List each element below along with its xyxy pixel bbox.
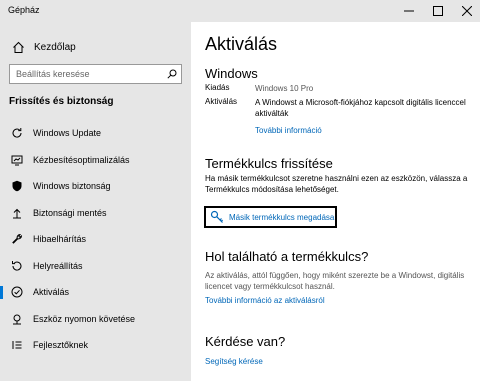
get-help-link[interactable]: Segítség kérése bbox=[205, 357, 263, 366]
search-input[interactable]: Beállítás keresése bbox=[9, 64, 182, 84]
more-info-link[interactable]: További információ bbox=[255, 126, 322, 135]
sidebar-item-find-my-device[interactable]: Eszköz nyomon követése bbox=[0, 306, 191, 333]
change-product-key-label: Másik termékkulcs megadása bbox=[229, 212, 335, 222]
search-icon[interactable] bbox=[163, 69, 181, 79]
shield-icon bbox=[10, 179, 24, 193]
page-title: Aktiválás bbox=[205, 34, 278, 54]
sidebar-item-label: Aktiválás bbox=[33, 287, 70, 298]
nav-list: Windows Update Kézbesítésoptimalizálás W… bbox=[0, 120, 191, 359]
product-key-description: Ha másik termékkulcsot szeretne használn… bbox=[205, 174, 468, 194]
sidebar-item-recovery[interactable]: Helyreállítás bbox=[0, 253, 191, 280]
close-icon bbox=[462, 6, 472, 16]
home-icon bbox=[11, 40, 25, 54]
wrench-icon bbox=[10, 232, 24, 246]
sidebar-item-home[interactable]: Kezdőlap bbox=[0, 36, 191, 58]
developer-icon bbox=[10, 338, 24, 352]
minimize-button[interactable] bbox=[394, 0, 424, 22]
sidebar-item-windows-security[interactable]: Windows biztonság bbox=[0, 173, 191, 200]
activation-key: Aktiválás bbox=[205, 97, 238, 106]
activation-info-link[interactable]: További információ az aktiválásról bbox=[205, 296, 325, 305]
windows-heading: Windows bbox=[205, 66, 258, 81]
activation-row: Aktiválás A Windowst a Microsoft-fiókjáh… bbox=[205, 97, 475, 121]
sidebar-item-delivery-optimization[interactable]: Kézbesítésoptimalizálás bbox=[0, 147, 191, 174]
product-key-heading: Termékkulcs frissítése bbox=[205, 156, 333, 171]
sidebar-item-label: Eszköz nyomon követése bbox=[33, 313, 136, 324]
close-button[interactable] bbox=[452, 0, 480, 22]
sidebar-item-developers[interactable]: Fejlesztőknek bbox=[0, 332, 191, 359]
minimize-icon bbox=[404, 10, 414, 12]
active-indicator bbox=[0, 286, 3, 299]
window-title: Gépház bbox=[8, 5, 40, 15]
where-key-description: Az aktiválás, attól függően, hogy miként… bbox=[205, 271, 465, 291]
question-heading: Kérdése van? bbox=[205, 334, 286, 349]
sidebar-item-windows-update[interactable]: Windows Update bbox=[0, 120, 191, 147]
key-icon bbox=[209, 210, 225, 224]
edition-value: Windows 10 Pro bbox=[255, 84, 314, 93]
sidebar-item-label: Kézbesítésoptimalizálás bbox=[33, 154, 130, 165]
sidebar-item-label: Fejlesztőknek bbox=[33, 340, 89, 351]
sidebar-item-label: Biztonsági mentés bbox=[33, 207, 107, 218]
maximize-button[interactable] bbox=[423, 0, 453, 22]
sidebar: Kezdőlap Beállítás keresése Frissítés és… bbox=[0, 22, 191, 381]
title-bar: Gépház bbox=[0, 0, 480, 22]
edition-key: Kiadás bbox=[205, 83, 230, 92]
activation-value: A Windowst a Microsoft-fiókjához kapcsol… bbox=[255, 98, 466, 118]
search-placeholder: Beállítás keresése bbox=[16, 69, 90, 79]
backup-icon bbox=[10, 206, 24, 220]
home-label: Kezdőlap bbox=[34, 41, 76, 53]
edition-row: Kiadás Windows 10 Pro bbox=[205, 83, 475, 95]
main-content: Aktiválás Windows Kiadás Windows 10 Pro … bbox=[191, 22, 480, 381]
delivery-optimization-icon bbox=[10, 153, 24, 167]
where-key-heading: Hol található a termékkulcs? bbox=[205, 249, 369, 264]
section-title: Frissítés és biztonság bbox=[9, 96, 114, 107]
sidebar-item-label: Helyreállítás bbox=[33, 260, 83, 271]
change-product-key-button[interactable]: Másik termékkulcs megadása bbox=[204, 206, 337, 228]
sidebar-item-label: Windows Update bbox=[33, 128, 102, 139]
sidebar-item-activation[interactable]: Aktiválás bbox=[0, 279, 191, 306]
activation-check-icon bbox=[10, 285, 24, 299]
sidebar-item-troubleshoot[interactable]: Hibaelhárítás bbox=[0, 226, 191, 253]
sync-icon bbox=[10, 126, 24, 140]
maximize-icon bbox=[433, 6, 443, 16]
find-device-icon bbox=[10, 312, 24, 326]
sidebar-item-backup[interactable]: Biztonsági mentés bbox=[0, 200, 191, 227]
recovery-icon bbox=[10, 259, 24, 273]
sidebar-item-label: Hibaelhárítás bbox=[33, 234, 87, 245]
sidebar-item-label: Windows biztonság bbox=[33, 181, 111, 192]
